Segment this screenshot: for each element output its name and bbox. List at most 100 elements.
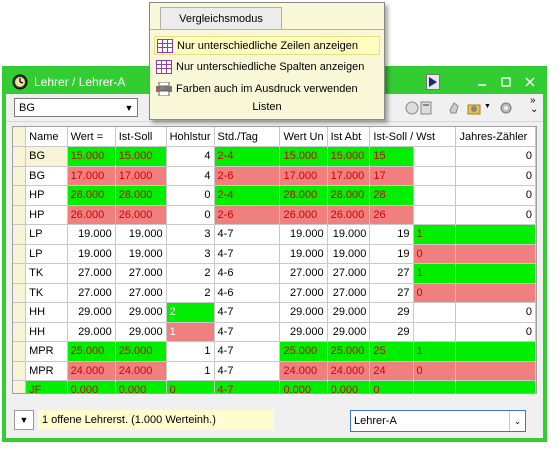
- grid-cell-iw[interactable]: 25: [369, 341, 414, 362]
- grid-cell-ist[interactable]: 24.000: [115, 361, 167, 381]
- grid-cell-wert[interactable]: 27.000: [67, 283, 116, 303]
- grid-cell-wert[interactable]: 24.000: [67, 361, 116, 381]
- grid-cell-jz[interactable]: 0: [455, 146, 536, 167]
- grid-cell-wert[interactable]: 27.000: [67, 263, 116, 284]
- grid-cell-name[interactable]: LP: [25, 244, 68, 264]
- grid-cell-wun[interactable]: 19.000: [279, 224, 328, 245]
- chevron-down-icon[interactable]: ▼: [121, 99, 137, 116]
- grid-cell-abt[interactable]: 24.000: [327, 361, 371, 381]
- grid-cell-std[interactable]: 4-7: [214, 224, 281, 245]
- table-row[interactable]: HP 26.000 26.000 0 2-6 26.000 26.000 26 0: [13, 205, 536, 225]
- table-row[interactable]: HH 29.000 29.000 1 4-7 29.000 29.000 29 0: [13, 322, 536, 342]
- grid-cell-wst[interactable]: 1: [413, 224, 457, 245]
- grid-cell-abt[interactable]: 29.000: [327, 322, 371, 342]
- table-row[interactable]: MPR 24.000 24.000 1 4-7 24.000 24.000 24 0: [13, 361, 536, 381]
- grid-cell-std[interactable]: 4-7: [214, 380, 281, 393]
- column-header[interactable]: Jahres-Zähler: [455, 127, 536, 147]
- grid-cell-name[interactable]: MPR: [25, 341, 68, 362]
- tab-vergleichsmodus[interactable]: Vergleichsmodus: [160, 7, 282, 29]
- grid-cell-std[interactable]: 4-7: [214, 244, 281, 264]
- grid-cell-wst[interactable]: [413, 380, 457, 393]
- hand-tool-icon[interactable]: [446, 100, 462, 116]
- overflow-chevron-icon[interactable]: » ⌄: [530, 96, 538, 115]
- grid-cell-wun[interactable]: 29.000: [279, 322, 328, 342]
- grid-cell-name[interactable]: BG: [25, 166, 68, 186]
- grid-cell-name[interactable]: HP: [25, 205, 68, 225]
- grid-cell-iw[interactable]: 28: [369, 185, 414, 206]
- grid-cell-hohl[interactable]: 4: [166, 146, 215, 167]
- grid-cell-jz[interactable]: 0: [455, 166, 536, 186]
- grid-cell-ist[interactable]: 19.000: [115, 244, 167, 264]
- grid-cell-iw[interactable]: 19: [369, 244, 414, 264]
- grid-cell-wst[interactable]: [413, 205, 457, 225]
- grid-cell-hohl[interactable]: 0: [166, 380, 215, 393]
- column-header[interactable]: Std./Tag: [214, 127, 281, 147]
- grid-cell-wst[interactable]: [413, 322, 457, 342]
- grid-cell-wun[interactable]: 27.000: [279, 263, 328, 284]
- grid-cell-std[interactable]: 2-6: [214, 166, 281, 186]
- table-row[interactable]: HH 29.000 29.000 2 4-7 29.000 29.000 29 0: [13, 302, 536, 323]
- gear-icon[interactable]: [498, 100, 514, 116]
- grid-cell-wun[interactable]: 26.000: [279, 205, 328, 225]
- grid-cell-wst[interactable]: 1: [413, 263, 457, 284]
- table-row[interactable]: TK 27.000 27.000 2 4-6 27.000 27.000 27 1: [13, 263, 536, 284]
- grid-cell-wun[interactable]: 0.000: [279, 380, 328, 393]
- grid-cell-abt[interactable]: 19.000: [327, 244, 371, 264]
- grid-cell-std[interactable]: 4-7: [214, 341, 281, 362]
- grid-cell-ist[interactable]: 19.000: [115, 224, 167, 245]
- grid-cell-jz[interactable]: [455, 361, 536, 381]
- maximize-button[interactable]: [494, 70, 518, 94]
- grid-cell-wert[interactable]: 15.000: [67, 146, 116, 167]
- menu-item-different-columns[interactable]: Nur unterschiedliche Spalten anzeigen: [154, 57, 380, 76]
- grid-cell-wert[interactable]: 19.000: [67, 244, 116, 264]
- grid-cell-iw[interactable]: 17: [369, 166, 414, 186]
- grid-cell-hohl[interactable]: 2: [166, 263, 215, 284]
- menu-item-different-rows[interactable]: Nur unterschiedliche Zeilen anzeigen: [154, 36, 380, 55]
- grid-cell-name[interactable]: LP: [25, 224, 68, 245]
- grid-cell-std[interactable]: 4-7: [214, 361, 281, 381]
- table-row[interactable]: BG 15.000 15.000 4 2-4 15.000 15.000 15 0: [13, 146, 536, 167]
- grid-cell-wert[interactable]: 17.000: [67, 166, 116, 186]
- grid-cell-iw[interactable]: 24: [369, 361, 414, 381]
- grid-cell-abt[interactable]: 28.000: [327, 185, 371, 206]
- grid-cell-wert[interactable]: 29.000: [67, 322, 116, 342]
- element-select[interactable]: BG ▼: [14, 98, 138, 117]
- grid-cell-wert[interactable]: 25.000: [67, 341, 116, 362]
- grid-cell-wun[interactable]: 25.000: [279, 341, 328, 362]
- grid-cell-jz[interactable]: [455, 224, 536, 245]
- grid-cell-hohl[interactable]: 3: [166, 224, 215, 245]
- column-header[interactable]: Ist-Soll / Wst: [369, 127, 457, 147]
- menu-item-listen[interactable]: Listen: [150, 101, 384, 113]
- column-header[interactable]: Wert =: [67, 127, 116, 147]
- grid-cell-std[interactable]: 2-4: [214, 146, 281, 167]
- grid-cell-wst[interactable]: [413, 146, 457, 167]
- grid-cell-jz[interactable]: [455, 380, 536, 393]
- grid-cell-wert[interactable]: 19.000: [67, 224, 116, 245]
- grid-cell-wun[interactable]: 17.000: [279, 166, 328, 186]
- grid-cell-abt[interactable]: 15.000: [327, 146, 371, 167]
- grid-cell-wun[interactable]: 15.000: [279, 146, 328, 167]
- grid-cell-std[interactable]: 4-7: [214, 322, 281, 342]
- grid-cell-abt[interactable]: 25.000: [327, 341, 371, 362]
- grid-cell-jz[interactable]: [455, 341, 536, 362]
- grid-cell-iw[interactable]: 27: [369, 283, 414, 303]
- grid-cell-ist[interactable]: 0.000: [115, 380, 167, 393]
- grid-cell-ist[interactable]: 17.000: [115, 166, 167, 186]
- grid-cell-jz[interactable]: 0: [455, 322, 536, 342]
- grid-cell-wst[interactable]: [413, 302, 457, 323]
- grid-cell-hohl[interactable]: 3: [166, 244, 215, 264]
- status-dropdown-button[interactable]: ▼: [14, 410, 34, 430]
- grid-cell-iw[interactable]: 29: [369, 322, 414, 342]
- grid-cell-wst[interactable]: 1: [413, 341, 457, 362]
- table-row[interactable]: BG 17.000 17.000 4 2-6 17.000 17.000 17 0: [13, 166, 536, 186]
- grid-cell-jz[interactable]: [455, 263, 536, 284]
- minimize-button[interactable]: [470, 70, 494, 94]
- grid-cell-hohl[interactable]: 0: [166, 185, 215, 206]
- grid-cell-name[interactable]: TK: [25, 283, 68, 303]
- grid-cell-wun[interactable]: 19.000: [279, 244, 328, 264]
- grid-cell-wst[interactable]: 0: [413, 283, 457, 303]
- grid-cell-std[interactable]: 4-6: [214, 283, 281, 303]
- grid-cell-iw[interactable]: 15: [369, 146, 414, 167]
- close-button[interactable]: [518, 70, 542, 94]
- grid-cell-ist[interactable]: 29.000: [115, 302, 167, 323]
